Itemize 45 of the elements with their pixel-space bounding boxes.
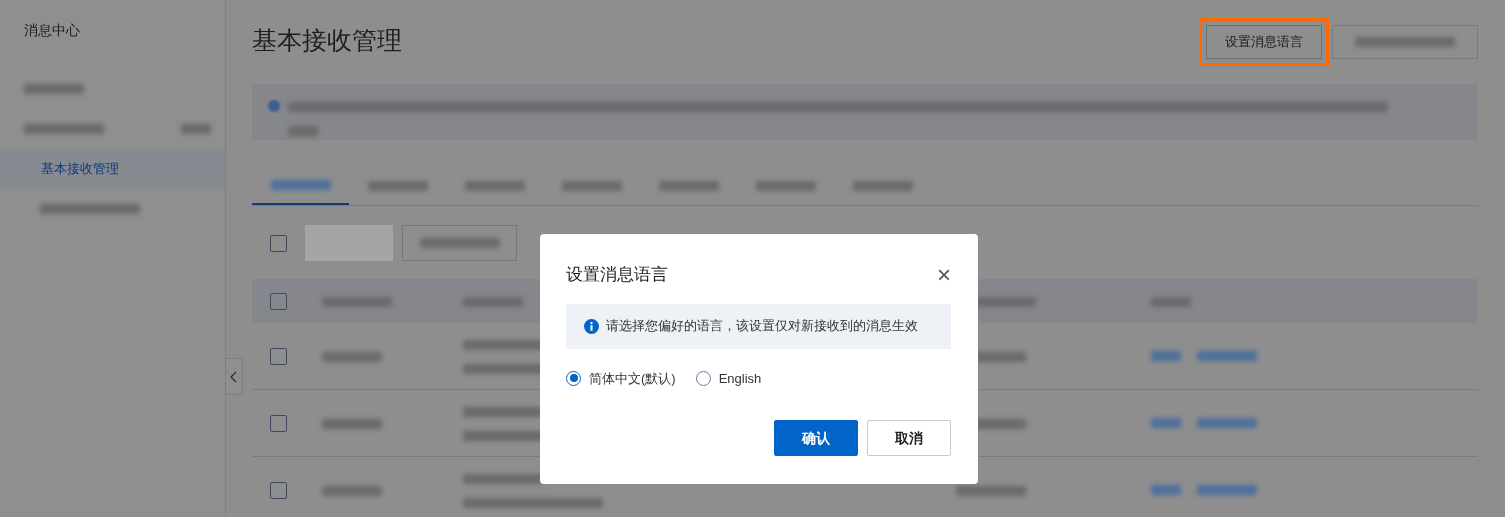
- checkbox[interactable]: [270, 348, 287, 366]
- blurred-text: [464, 181, 525, 191]
- cancel-button[interactable]: 取消: [867, 420, 951, 456]
- blurred-chevron-icon: [181, 124, 211, 134]
- blurred-text: [561, 181, 622, 191]
- blurred-text: [270, 180, 331, 190]
- blurred-menu-item[interactable]: [40, 204, 140, 214]
- checkbox[interactable]: [270, 234, 287, 252]
- blurred-text: [288, 125, 318, 136]
- collapse-handle[interactable]: [225, 358, 243, 395]
- blurred-text: [755, 181, 816, 191]
- blurred-link[interactable]: [1151, 485, 1181, 495]
- blurred-text: [463, 296, 523, 307]
- notice-text: 请选择您偏好的语言，该设置仅对新接收到的消息生效: [606, 317, 918, 336]
- blurred-link[interactable]: [1151, 351, 1181, 361]
- radio-option[interactable]: English: [695, 368, 762, 388]
- info-icon: [584, 318, 599, 334]
- checkbox[interactable]: [270, 482, 287, 500]
- blurred-text: [956, 485, 1026, 496]
- radio-option[interactable]: 简体中文(默认): [566, 368, 676, 388]
- blurred-button[interactable]: [402, 225, 517, 261]
- blurred-link[interactable]: [1197, 351, 1257, 361]
- blurred-text: [367, 181, 428, 191]
- blurred-menu-item[interactable]: [24, 84, 84, 94]
- language-button[interactable]: 设置消息语言: [1206, 24, 1322, 59]
- blurred-menu-item[interactable]: [24, 124, 104, 134]
- blurred-text: [658, 181, 719, 191]
- close-button[interactable]: ×: [937, 262, 951, 287]
- blurred-text: [322, 296, 392, 307]
- page-title: 基本接收管理: [252, 25, 402, 57]
- dialog-title: 设置消息语言: [566, 264, 668, 286]
- confirm-button[interactable]: 确认: [774, 420, 858, 456]
- blurred-link[interactable]: [1151, 418, 1181, 428]
- blurred-text: [322, 485, 382, 496]
- blurred-link[interactable]: [1197, 418, 1257, 428]
- blurred-text: [1151, 296, 1191, 307]
- info-icon: [268, 100, 280, 112]
- checkbox[interactable]: [270, 415, 287, 433]
- blurred-text: [852, 181, 913, 191]
- checkbox[interactable]: [270, 293, 287, 311]
- blurred-text: [322, 418, 382, 429]
- blurred-link[interactable]: [1197, 485, 1257, 495]
- sidebar-title: 消息中心: [23, 21, 80, 40]
- blurred-text: [322, 351, 382, 362]
- blurred-button[interactable]: [1332, 24, 1478, 59]
